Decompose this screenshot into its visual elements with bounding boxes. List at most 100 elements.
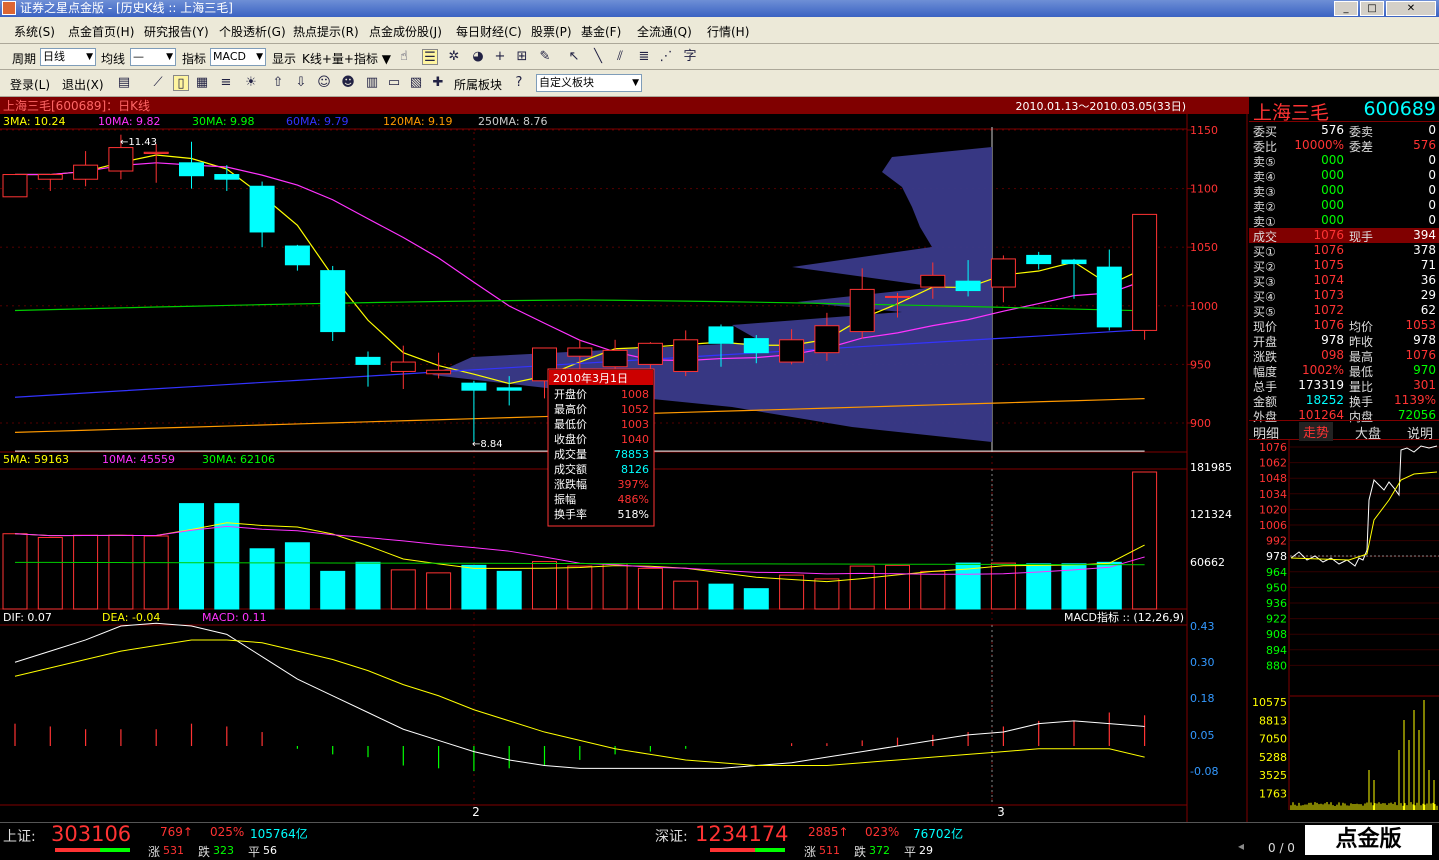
document-icon[interactable]: ▭ [386,75,402,91]
intraday-volume-label: 8813 [1259,714,1287,727]
candle-body [956,281,980,290]
menu-funds[interactable]: 基金(F) [581,23,621,40]
price-axis-label: 1050 [1190,241,1218,254]
macd-axis-label: -0.08 [1190,765,1218,778]
stat-row: 涨跌 098 最高 1076 [1249,348,1439,363]
menu-full-circulation[interactable]: 全流通(Q) [637,23,692,40]
volume-bar [180,504,204,609]
wrench-icon[interactable]: ✚ [430,75,446,91]
minimize-button[interactable]: _ [1334,1,1358,16]
buy-level-row: 买① 1076 378 [1249,243,1439,258]
candle-body [3,175,27,197]
x-axis-label: 3 [997,805,1005,819]
sh-down-bar [100,848,130,852]
intraday-price-line [1291,446,1437,566]
menu-daily-finance[interactable]: 每日财经(C) [456,23,522,40]
stack-icon[interactable]: ☰ [422,49,438,65]
kline-icon[interactable]: ▯ [173,75,189,91]
show-mode-select[interactable]: K线+量+指标 ▼ [302,50,391,67]
menu-stock-analysis[interactable]: 个股透析(G) [219,23,286,40]
hand-icon[interactable]: ☝ [396,49,412,65]
gear-icon[interactable]: ✲ [446,49,462,65]
menu-research[interactable]: 研究报告(Y) [144,23,209,40]
sz-amount: 76702亿 [913,825,963,842]
period-select[interactable]: 日线 ▼ [40,48,96,66]
kline-chart[interactable]: 上海三毛[600689]：日K线 2010.01.13～2010.03.05(3… [0,97,1249,822]
stat-row-value2: 1076 [1405,348,1436,362]
volume-bar [991,563,1015,609]
crosshair-icon[interactable]: + [492,49,508,65]
candle-body [744,339,768,353]
maximize-button[interactable]: □ [1360,1,1384,16]
menu-home[interactable]: 点金首页(H) [68,23,134,40]
bid-ratio-row: 委比 10000% 委差 576 [1249,138,1439,153]
stat-row-value2: 970 [1413,363,1436,377]
buy-level-row-value2: 71 [1421,258,1436,272]
price-axis-label: 1000 [1190,300,1218,313]
volume-bar [109,535,133,609]
menu-system[interactable]: 系统(S) [14,23,55,40]
volume-bar [3,534,27,609]
intraday-price-label: 936 [1266,597,1287,610]
sell-level-row-value: 000 [1321,213,1344,227]
menu-components[interactable]: 点金成份股(J) [369,23,442,40]
stat-row-value2: 1053 [1405,318,1436,332]
candle-body [815,326,839,353]
intraday-price-label: 964 [1266,566,1287,579]
candle-body [356,357,380,364]
volume-bar [1133,472,1157,609]
sell-level-row-value2: 0 [1428,183,1436,197]
table-icon[interactable]: ▥ [364,75,380,91]
volume-bar [250,549,274,609]
candle-body [74,165,98,179]
list-icon[interactable]: ≡ [218,75,234,91]
cursor-icon[interactable]: ↖ [566,49,582,65]
bar-chart-icon[interactable]: ▦ [194,75,210,91]
menu-stocks[interactable]: 股票(P) [531,23,572,40]
close-button[interactable]: ✕ [1386,1,1436,16]
note-icon[interactable]: ▧ [408,75,424,91]
palette-icon[interactable]: ◕ [470,49,486,65]
bulb-icon[interactable]: ☀ [243,75,259,91]
status-bar: 上证: 303106 769↑ 025% 105764亿 涨 531 跌 323… [0,822,1439,858]
sz-up-count: 511 [819,844,840,857]
volume-bar [285,543,309,609]
intraday-price-label: 894 [1266,644,1287,657]
buy-level-row-value2: 62 [1421,303,1436,317]
parallel-line-icon[interactable]: ⫽ [612,49,628,65]
intraday-chart[interactable]: 1076 1062 1048 1034 1020 1006 992 978 964 950 936 9… [1249,440,1439,825]
menu-quotes[interactable]: 行情(H) [707,23,749,40]
up-arrow-icon[interactable]: ⇧ [270,75,286,91]
grid-icon[interactable]: ⊞ [514,49,530,65]
draw-icon[interactable]: ✎ [537,49,553,65]
stat-row: 总手 173319 量比 301 [1249,378,1439,393]
intraday-price-label: 1006 [1259,519,1287,532]
tab-trend[interactable]: 走势 [1299,422,1333,441]
line-chart-icon[interactable]: ⟋ [150,75,166,91]
text-tool-icon[interactable]: 字 [682,49,698,65]
stat-row: 开盘 978 昨收 978 [1249,333,1439,348]
scroll-left-icon[interactable]: ◂ [1238,839,1244,853]
fibonacci-icon[interactable]: ≣ [636,49,652,65]
buy-level-row-value2: 378 [1413,243,1436,257]
buy-level-row-value2: 36 [1421,273,1436,287]
custom-sector-select[interactable]: 自定义板块 ▼ [536,74,642,92]
sh-flat-label: 平 [248,843,260,860]
login-button[interactable]: 登录(L) [10,76,50,93]
line-tool-icon[interactable]: ╲ [590,49,606,65]
candle-body [1097,267,1121,327]
menu-hot-tips[interactable]: 热点提示(R) [293,23,359,40]
down-arrow-icon[interactable]: ⇩ [293,75,309,91]
users-icon[interactable]: ☺ [316,75,332,91]
sector-button[interactable]: 所属板块 [454,76,502,93]
fan-line-icon[interactable]: ⋰ [658,49,674,65]
help-icon[interactable]: ? [511,75,527,91]
logout-button[interactable]: 退出(X) [62,76,104,93]
macd-axis-label: 0.05 [1190,729,1215,742]
bid-ask-row: 委买 576 委卖 0 [1249,123,1439,138]
indicator-select[interactable]: MACD ▼ [210,48,266,66]
ma-select[interactable]: — ▼ [130,48,176,66]
window-icon[interactable]: ▤ [116,75,132,91]
tooltip-key: 最低价 [554,418,587,431]
group-icon[interactable]: ☻ [340,75,356,91]
